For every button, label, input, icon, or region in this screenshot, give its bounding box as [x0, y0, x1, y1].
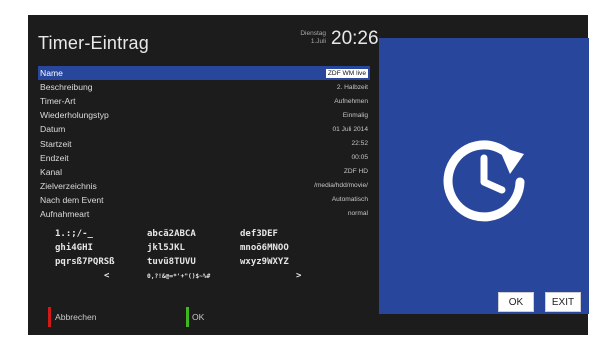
field-row[interactable]: Name ZDF WM live	[38, 66, 370, 81]
field-row[interactable]: Timer-Art Aufnehmen	[38, 94, 370, 108]
keyboard-key[interactable]: tuvü8TUVU	[147, 257, 196, 267]
field-row[interactable]: Nach dem Event Automatisch	[38, 193, 370, 207]
field-label: Endzeit	[40, 152, 69, 163]
field-row[interactable]: Beschreibung 2. Halbzeit	[38, 80, 370, 94]
date-display: Dienstag 1.Juli	[294, 30, 326, 46]
field-value: 01 Juli 2014	[332, 125, 368, 133]
field-label: Nach dem Event	[40, 194, 104, 205]
field-label: Zielverzeichnis	[40, 180, 97, 191]
preview-panel	[379, 38, 589, 314]
field-label: Startzeit	[40, 138, 72, 149]
field-row[interactable]: Datum 01 Juli 2014	[38, 122, 370, 136]
keyboard-key[interactable]: def3DEF	[240, 229, 278, 239]
field-value: /media/hdd/movie/	[314, 182, 368, 190]
field-value: ZDF HD	[343, 168, 368, 176]
field-row[interactable]: Endzeit 00:05	[38, 151, 370, 165]
keyboard-key[interactable]: ghi4GHI	[55, 243, 93, 253]
day-name: Dienstag	[300, 30, 326, 37]
exit-button[interactable]: EXIT	[545, 292, 581, 312]
field-label: Beschreibung	[40, 82, 93, 93]
timer-field-list: Name ZDF WM live Beschreibung 2. Halbzeit Ti…	[38, 66, 370, 221]
field-row[interactable]: Kanal ZDF HD	[38, 165, 370, 179]
ok-green-button[interactable]: OK	[192, 312, 204, 322]
field-label: Timer-Art	[40, 96, 76, 107]
field-value: Aufnehmen	[334, 97, 368, 105]
green-key-indicator	[186, 307, 189, 327]
keyboard-key[interactable]: <	[104, 271, 109, 281]
field-value: 22:52	[351, 140, 368, 148]
field-value: normal	[347, 210, 368, 218]
field-value: ZDF WM live	[325, 68, 368, 78]
field-value: Einmalig	[342, 111, 368, 119]
ok-button[interactable]: OK	[498, 292, 534, 312]
keyboard-key[interactable]: abcä2ABCA	[147, 229, 196, 239]
page-title: Timer-Eintrag	[38, 33, 149, 53]
keyboard-key[interactable]: >	[296, 271, 301, 281]
keyboard-key[interactable]: wxyz9WXYZ	[240, 257, 289, 267]
cancel-button[interactable]: Abbrechen	[55, 312, 97, 322]
field-row[interactable]: Aufnahmeart normal	[38, 207, 370, 221]
field-row[interactable]: Zielverzeichnis/media/hdd/movie/	[38, 179, 370, 193]
clock-time: 20:26	[331, 28, 379, 49]
keyboard-key[interactable]: mnoö6MNOO	[240, 243, 289, 253]
field-label: Kanal	[40, 166, 62, 177]
keyboard-key[interactable]: pqrsß7PQRSß	[55, 257, 115, 267]
field-label: Name	[40, 68, 63, 79]
field-row[interactable]: Wiederholungstyp Einmalig	[38, 108, 370, 122]
field-value: Automatisch	[331, 196, 368, 204]
field-value: 2. Halbzeit	[336, 83, 368, 91]
keyboard-key[interactable]: 1.:;/-_	[55, 229, 93, 239]
keyboard-key[interactable]: jkl5JKL	[147, 243, 185, 253]
field-label: Wiederholungstyp	[40, 110, 109, 121]
timer-history-icon	[443, 140, 525, 222]
red-key-indicator	[48, 307, 51, 327]
field-label: Aufnahmeart	[40, 208, 90, 219]
date-short: 1.Juli	[310, 38, 326, 45]
keyboard-key[interactable]: 0,?!&@=*'+"()$~%#	[147, 273, 210, 280]
field-label: Datum	[40, 124, 66, 135]
field-row[interactable]: Startzeit 22:52	[38, 136, 370, 150]
field-value: 00:05	[351, 154, 368, 162]
